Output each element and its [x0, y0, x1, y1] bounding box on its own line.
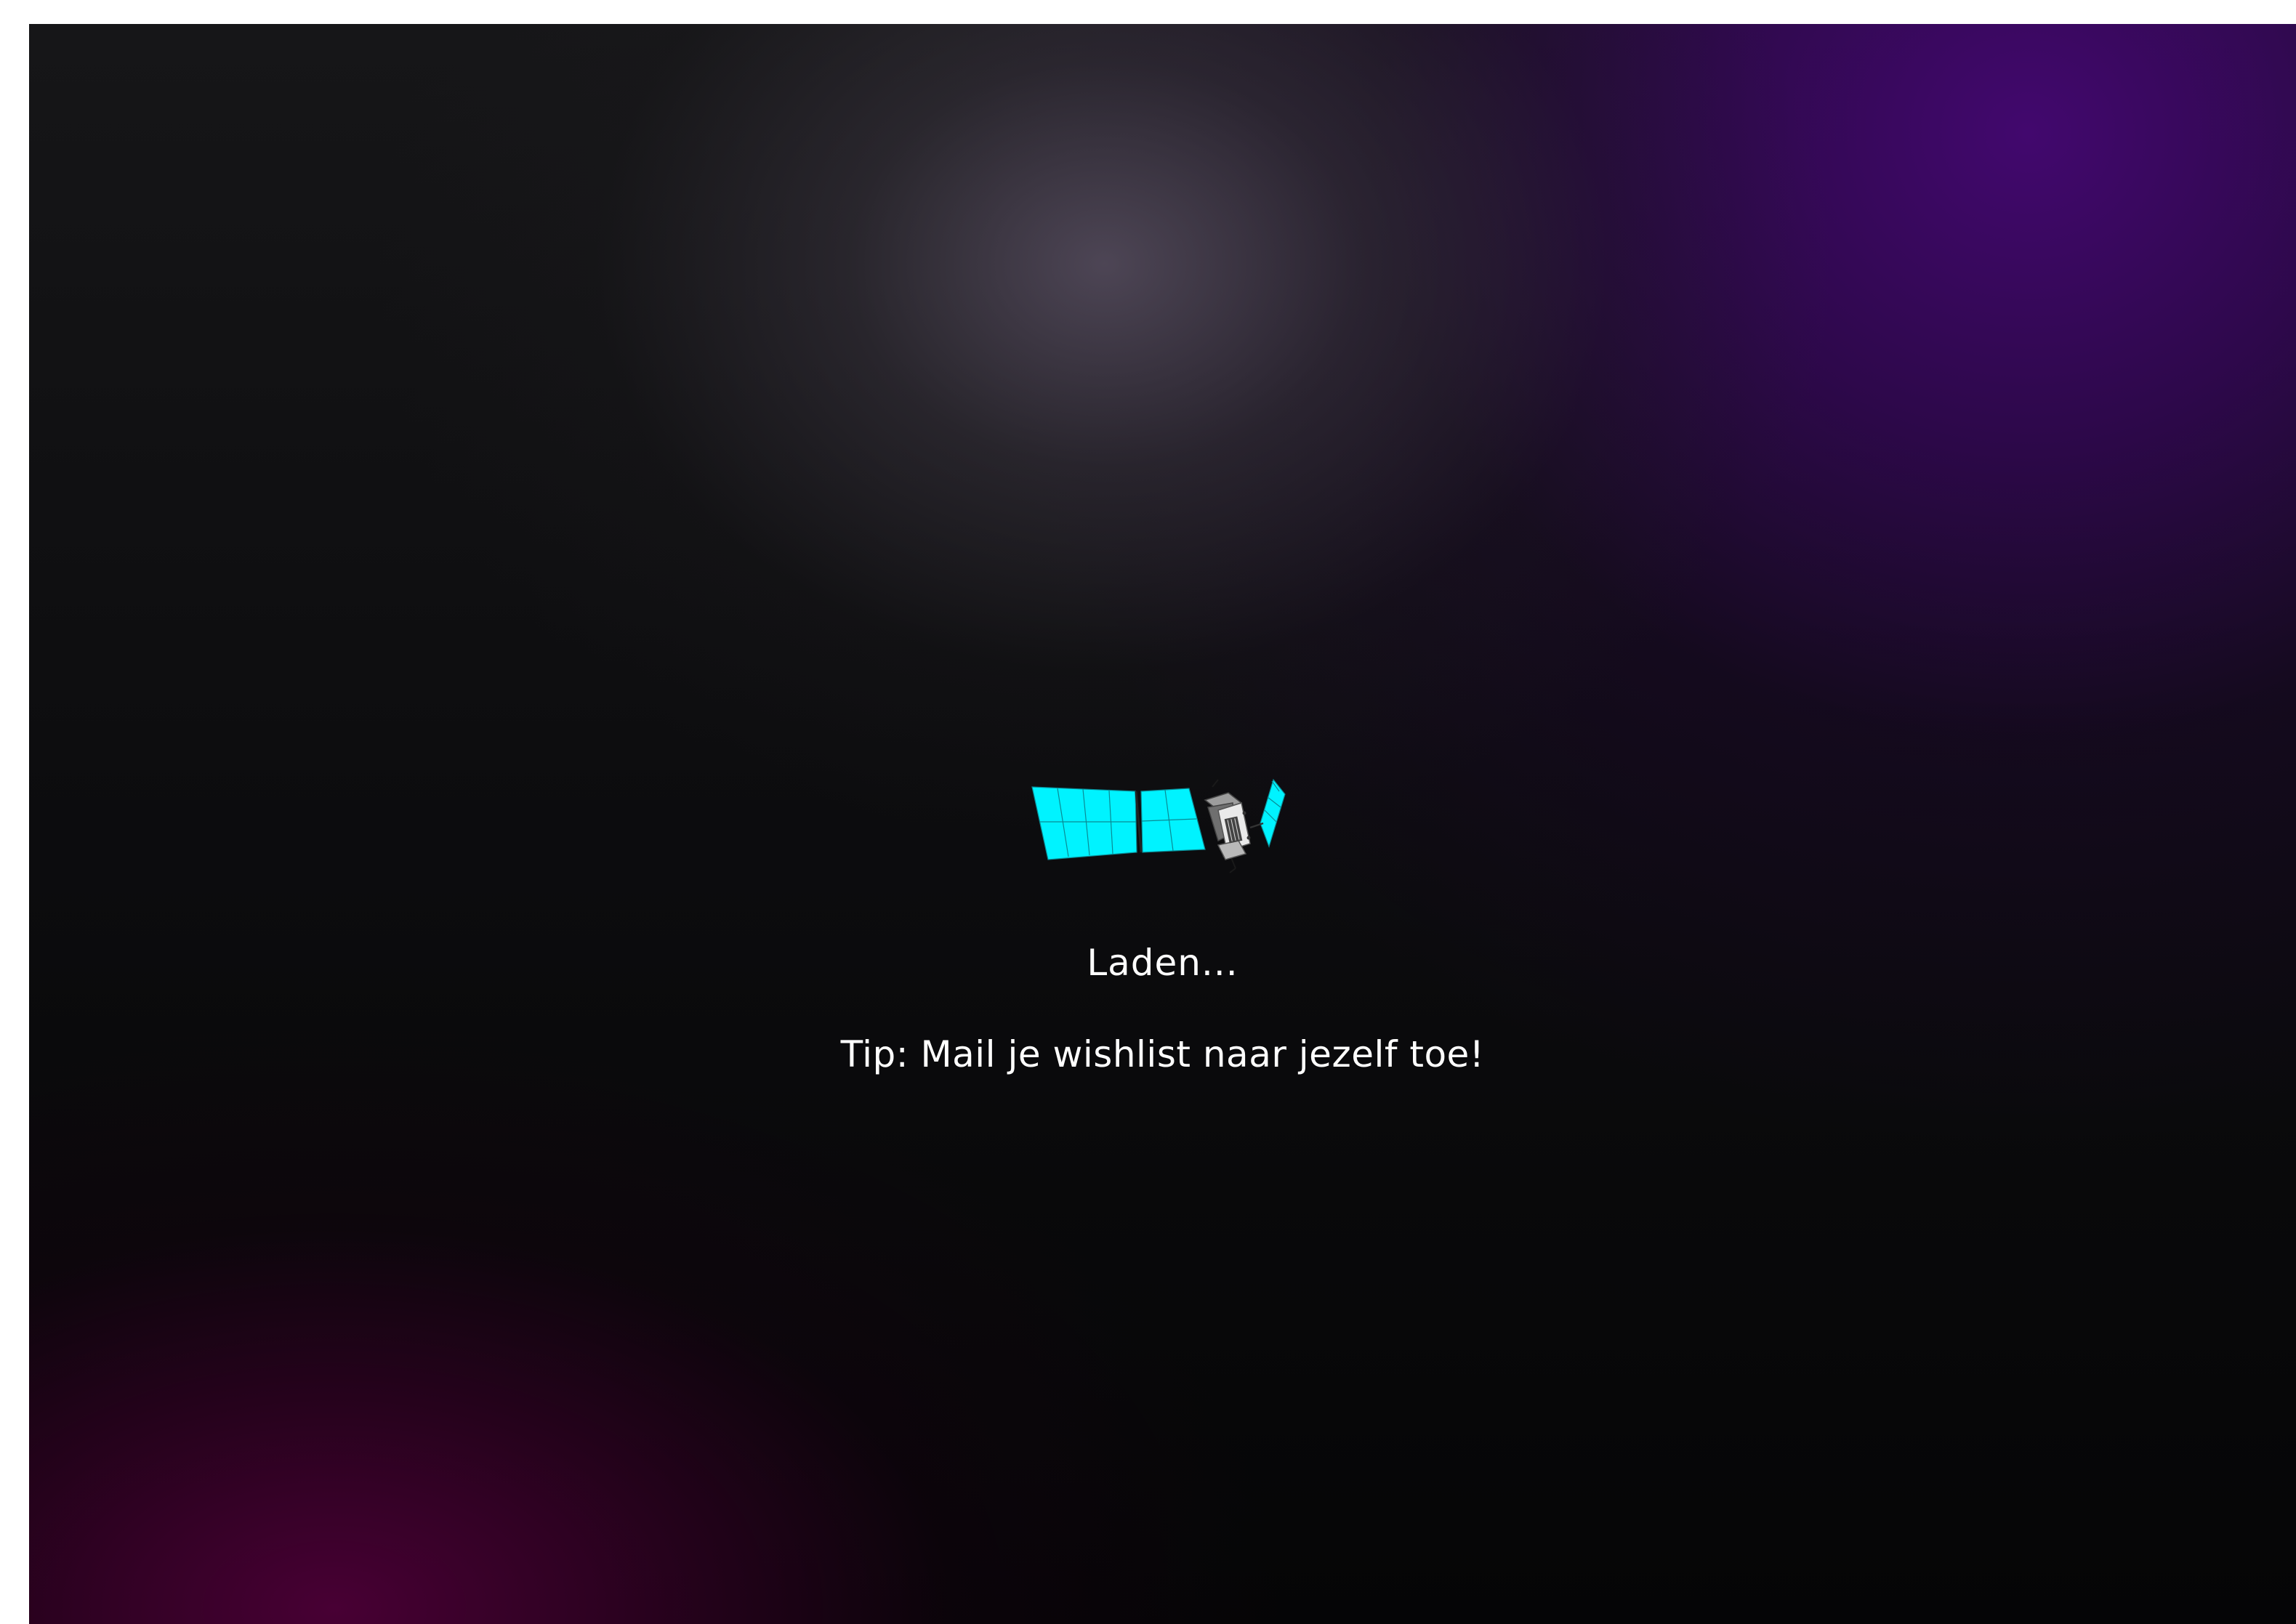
tip-message: Tip: Mail je wishlist naar jezelf toe! — [840, 1033, 1485, 1075]
loader: Laden... Tip: Mail je wishlist naar jeze… — [29, 765, 2296, 1076]
loading-status-label: Laden... — [1087, 942, 1238, 984]
loading-screen: Laden... Tip: Mail je wishlist naar jeze… — [29, 24, 2296, 1624]
satellite-icon — [1031, 778, 1286, 873]
